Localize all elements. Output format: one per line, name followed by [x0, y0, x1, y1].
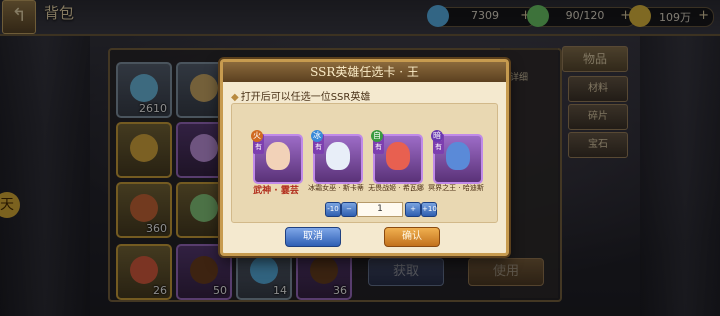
hero-card[interactable]: 稀有火: [251, 130, 303, 184]
minus-button[interactable]: −: [341, 202, 357, 217]
element-badge: 自: [371, 130, 383, 142]
plus-button[interactable]: +: [405, 202, 421, 217]
element-badge: 暗: [431, 130, 443, 142]
plus-ten-button[interactable]: +10: [421, 202, 437, 217]
hero-name: 冰霜女巫 · 斯卡蒂: [308, 184, 364, 192]
hero-portrait: [446, 142, 470, 170]
element-badge: 火: [251, 130, 263, 142]
quantity-stepper: -10 − 1 + +10: [325, 202, 437, 217]
hero-card[interactable]: 稀有暗: [431, 130, 483, 184]
confirm-button[interactable]: 确认: [384, 227, 440, 247]
hero-card[interactable]: 稀有冰: [311, 130, 363, 184]
bullet-diamond-icon: ◆: [231, 92, 239, 103]
dialog-subtitle-text: 打开后可以任选一位SSR英雄: [240, 92, 371, 103]
minus-ten-button[interactable]: -10: [325, 202, 341, 217]
dialog-title: SSR英雄任选卡 · 王: [223, 62, 506, 82]
hero-portrait: [326, 142, 350, 170]
hero-card[interactable]: 稀有自: [371, 130, 423, 184]
dialog-subtitle: ◆ 打开后可以任选一位SSR英雄: [231, 88, 370, 103]
hero-choice-panel: 稀有火武神 · 霎芸 稀有冰冰霜女巫 · 斯卡蒂稀有自无畏战姬 · 希瓦娜稀有暗冥…: [231, 103, 498, 223]
hero-name: 无畏战姬 · 希瓦娜: [368, 184, 424, 192]
element-badge: 冰: [311, 130, 323, 142]
hero-name: 冥界之王 · 哈迪斯: [428, 184, 484, 192]
quantity-field[interactable]: 1: [357, 202, 403, 217]
hero-portrait: [386, 142, 410, 170]
hero-portrait: [266, 142, 290, 170]
hero-select-dialog: SSR英雄任选卡 · 王 ◆打开后可以任选一位SSR英雄 稀有火武神 · 霎芸稀…: [220, 59, 509, 256]
cancel-button[interactable]: 取消: [285, 227, 341, 247]
hero-name: 武神 · 霎芸: [253, 186, 299, 196]
